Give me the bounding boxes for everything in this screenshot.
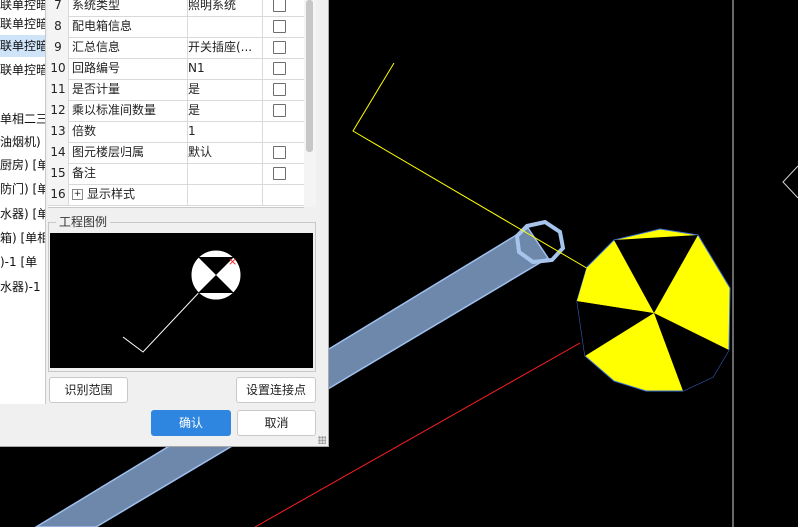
list-item[interactable]: 水器)-1 [ [0, 276, 45, 298]
preview-title: 工程图例 [56, 213, 111, 230]
property-name-text: 配电箱信息 [72, 19, 133, 33]
property-name: 汇总信息 [69, 37, 188, 58]
list-item[interactable]: )-1 [单 [0, 251, 37, 273]
property-value[interactable]: 是 [185, 100, 263, 121]
property-name-text: 汇总信息 [72, 40, 121, 54]
legend-dialog: 联单控暗 联单控暗 联单控暗 联单控暗 单相二三 油烟机) [厨房) [单 防门) [单 水器… [0, 0, 329, 447]
table-row[interactable]: 11 是否计量 是 [48, 79, 304, 101]
property-value[interactable]: 1 [185, 121, 263, 142]
row-number: 16 [48, 184, 69, 205]
resize-grip-icon[interactable] [318, 436, 326, 444]
property-checkbox[interactable] [273, 41, 286, 54]
list-item[interactable]: 箱) [单相 [0, 227, 45, 249]
property-name-text: 系统类型 [72, 0, 121, 12]
property-value[interactable]: 是 [185, 79, 263, 100]
table-row[interactable]: 8 配电箱信息 [48, 16, 304, 38]
table-row[interactable]: 12 乘以标准间数量 是 [48, 100, 304, 122]
row-number: 11 [48, 79, 69, 100]
property-value[interactable]: 开关插座(... [185, 37, 263, 58]
property-checkbox[interactable] [273, 146, 286, 159]
property-name: 系统类型 [69, 0, 188, 16]
list-item[interactable]: 水器) [单 [0, 203, 45, 225]
property-grid-scrollbar[interactable] [304, 0, 316, 207]
property-name-text: 回路编号 [72, 61, 121, 75]
list-item[interactable]: 单相二三 [0, 108, 45, 130]
row-number: 9 [48, 37, 69, 58]
property-name: 图元楼层归属 [69, 142, 188, 163]
property-value[interactable] [185, 16, 263, 37]
set-connection-point-button[interactable]: 设置连接点 [236, 377, 316, 403]
property-name: 是否计量 [69, 79, 188, 100]
table-row[interactable]: 10 回路编号 N1 [48, 58, 304, 80]
property-checkbox[interactable] [273, 104, 286, 117]
list-item[interactable]: 防门) [单 [0, 178, 45, 200]
row-number: 14 [48, 142, 69, 163]
list-item[interactable]: 油烟机) [ [0, 131, 45, 153]
row-number: 12 [48, 100, 69, 121]
property-name: 备注 [69, 163, 188, 184]
property-value[interactable]: 照明系统 [185, 0, 263, 16]
property-checkbox[interactable] [273, 167, 286, 180]
legend-preview: × [50, 233, 313, 368]
property-name-text: 备注 [72, 166, 97, 180]
property-checkbox[interactable] [273, 20, 286, 33]
table-row[interactable]: 16 + 显示样式 [48, 184, 304, 206]
property-name-text: 乘以标准间数量 [72, 103, 157, 117]
row-number: 10 [48, 58, 69, 79]
property-name: 回路编号 [69, 58, 188, 79]
table-row[interactable]: 7 系统类型 照明系统 [48, 0, 304, 17]
property-value[interactable]: 默认 [185, 142, 263, 163]
scrollbar-thumb[interactable] [306, 0, 313, 152]
property-checkbox[interactable] [273, 83, 286, 96]
cancel-button[interactable]: 取消 [237, 410, 316, 436]
confirm-button[interactable]: 确认 [151, 410, 231, 436]
property-value[interactable] [185, 163, 263, 184]
row-number: 13 [48, 121, 69, 142]
property-name-text: 是否计量 [72, 82, 121, 96]
table-row[interactable]: 14 图元楼层归属 默认 [48, 142, 304, 164]
table-row[interactable]: 15 备注 [48, 163, 304, 185]
property-value[interactable]: N1 [185, 58, 263, 79]
property-value[interactable] [185, 184, 263, 205]
identify-range-button[interactable]: 识别范围 [49, 377, 128, 403]
list-item[interactable]: 厨房) [单 [0, 154, 45, 176]
connection-point-marker: × [228, 255, 237, 268]
property-name: 乘以标准间数量 [69, 100, 188, 121]
list-item[interactable]: 联单控暗 [0, 59, 45, 81]
table-row[interactable]: 9 汇总信息 开关插座(... [48, 37, 304, 59]
property-name: + 显示样式 [69, 184, 188, 205]
row-number: 8 [48, 16, 69, 37]
property-checkbox[interactable] [273, 62, 286, 75]
property-checkbox[interactable] [273, 0, 286, 12]
component-list[interactable]: 联单控暗 联单控暗 联单控暗 联单控暗 单相二三 油烟机) [厨房) [单 防门) [单 水器… [0, 0, 46, 404]
row-number: 15 [48, 163, 69, 184]
expand-plus-icon[interactable]: + [72, 189, 83, 200]
table-row[interactable]: 13 倍数 1 [48, 121, 304, 143]
property-name-text: 显示样式 [87, 187, 136, 201]
property-name: 配电箱信息 [69, 16, 188, 37]
list-item[interactable]: 联单控暗 [0, 13, 45, 35]
row-number: 7 [48, 0, 69, 16]
property-name-text: 倍数 [72, 124, 97, 138]
property-grid[interactable]: 7 系统类型 照明系统 8 配电箱信息 9 汇总信息 开关插座(... 10 回路编号 N1 11 是否… [48, 0, 304, 208]
property-name-text: 图元楼层归属 [72, 145, 145, 159]
property-name: 倍数 [69, 121, 188, 142]
list-item[interactable]: 联单控暗 [0, 35, 45, 57]
